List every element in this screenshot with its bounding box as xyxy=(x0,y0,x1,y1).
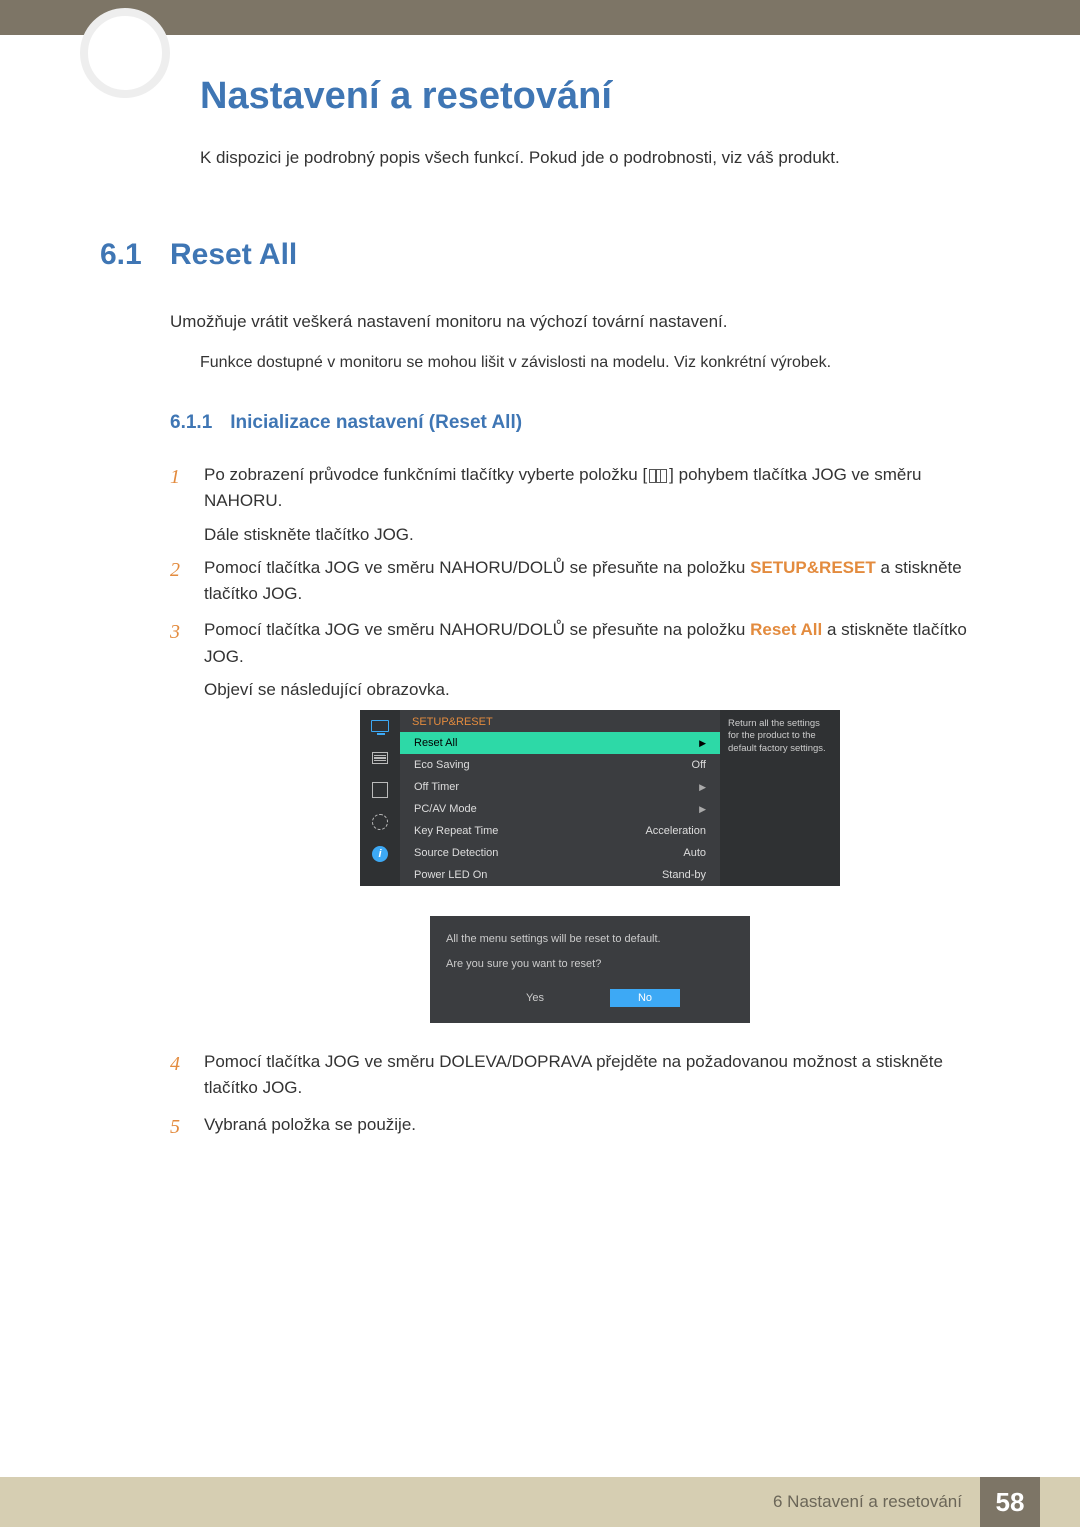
step-1: 1 Po zobrazení průvodce funkčními tlačít… xyxy=(170,462,980,515)
list-icon xyxy=(367,748,393,768)
footer-pad xyxy=(1040,1477,1080,1527)
page-footer: 6 Nastavení a resetování 58 xyxy=(0,1477,1080,1527)
osd-row[interactable]: Power LED On Stand-by xyxy=(400,864,720,886)
osd-row[interactable]: Key Repeat Time Acceleration xyxy=(400,820,720,842)
chevron-right-icon: ▶ xyxy=(699,804,706,815)
step-body: Vybraná položka se použije. xyxy=(204,1112,980,1143)
info-icon: i xyxy=(367,844,393,864)
step-body: Pomocí tlačítka JOG ve směru DOLEVA/DOPR… xyxy=(204,1049,980,1102)
osd-rows: Reset All▶Eco SavingOffOff Timer▶PC/AV M… xyxy=(400,732,720,886)
osd-row-label: Off Timer xyxy=(414,781,459,793)
osd-sidebar: i xyxy=(360,710,400,886)
osd-row-value: Stand-by xyxy=(662,869,706,881)
section-header: 6.1 Reset All xyxy=(100,238,980,272)
chevron-right-icon: ▶ xyxy=(699,738,706,749)
osd-row[interactable]: PC/AV Mode ▶ xyxy=(400,798,720,820)
osd-row-label: Eco Saving xyxy=(414,759,470,771)
osd-menu: i SETUP&RESET Reset All ▶ Eco Saving Off Off… xyxy=(360,710,840,886)
monitor-icon xyxy=(367,716,393,736)
chapter-intro: K dispozici je podrobný popis všech funk… xyxy=(200,148,980,168)
step-number: 5 xyxy=(170,1112,186,1143)
osd-row-label: Reset All xyxy=(414,737,457,749)
osd-main: SETUP&RESET Reset All ▶ Eco Saving Off Off T… xyxy=(400,710,720,886)
footer-label: 6 Nastavení a resetování xyxy=(755,1477,980,1527)
section-title: Reset All xyxy=(170,238,297,272)
dialog-buttons: Yes No xyxy=(446,983,734,1007)
yes-button[interactable]: Yes xyxy=(500,989,570,1007)
osd-row-label: Key Repeat Time xyxy=(414,825,498,837)
dialog-line: Are you sure you want to reset? xyxy=(446,957,734,972)
section-number: 6.1 xyxy=(100,238,170,272)
osd-row[interactable]: Off Timer ▶ xyxy=(400,776,720,798)
no-button[interactable]: No xyxy=(610,989,680,1007)
osd-screenshot: i SETUP&RESET Reset All ▶ Eco Saving Off Off… xyxy=(360,710,980,886)
footer-page-number: 58 xyxy=(980,1477,1040,1527)
osd-row-value: Acceleration xyxy=(645,825,706,837)
osd-dialog: All the menu settings will be reset to d… xyxy=(430,916,750,1023)
section-note: Funkce dostupné v monitoru se mohou liši… xyxy=(200,354,980,372)
step-text: Po zobrazení průvodce funkčními tlačítky… xyxy=(204,465,647,484)
dialog-line: All the menu settings will be reset to d… xyxy=(446,932,734,947)
step-number: 1 xyxy=(170,462,186,515)
osd-header: SETUP&RESET xyxy=(400,710,720,732)
osd-tooltip: Return all the settings for the product … xyxy=(720,710,840,886)
osd-row-value: Auto xyxy=(683,847,706,859)
osd-row-label: Source Detection xyxy=(414,847,498,859)
step-4: 4 Pomocí tlačítka JOG ve směru DOLEVA/DO… xyxy=(170,1049,980,1102)
step-5: 5 Vybraná položka se použije. xyxy=(170,1112,980,1143)
osd-row[interactable]: Reset All ▶ xyxy=(400,732,720,754)
step-2: 2 Pomocí tlačítka JOG ve směru NAHORU/DO… xyxy=(170,555,980,608)
step-text: Pomocí tlačítka JOG ve směru NAHORU/DOLŮ… xyxy=(204,620,750,639)
chapter-title: Nastavení a resetování xyxy=(200,75,980,118)
osd-row-value: Off xyxy=(692,759,706,771)
osd-row-label: PC/AV Mode xyxy=(414,803,477,815)
step-keyword: SETUP&RESET xyxy=(750,558,876,577)
osd-row[interactable]: Eco Saving Off xyxy=(400,754,720,776)
chevron-right-icon: ▶ xyxy=(699,782,706,793)
step-sub: Dále stiskněte tlačítko JOG. xyxy=(204,525,980,545)
subsection-title: Inicializace nastavení (Reset All) xyxy=(230,412,522,434)
menu-icon xyxy=(649,469,667,483)
step-keyword: Reset All xyxy=(750,620,822,639)
step-3: 3 Pomocí tlačítka JOG ve směru NAHORU/DO… xyxy=(170,617,980,670)
subsection-header: 6.1.1 Inicializace nastavení (Reset All) xyxy=(170,412,980,434)
step-body: Po zobrazení průvodce funkčními tlačítky… xyxy=(204,462,980,515)
osd-row-label: Power LED On xyxy=(414,869,487,881)
step-body: Pomocí tlačítka JOG ve směru NAHORU/DOLŮ… xyxy=(204,555,980,608)
section-desc: Umožňuje vrátit veškerá nastavení monito… xyxy=(170,312,980,332)
subsection-number: 6.1.1 xyxy=(170,412,212,434)
page-content: Nastavení a resetování K dispozici je po… xyxy=(0,35,1080,1143)
step-body: Pomocí tlačítka JOG ve směru NAHORU/DOLŮ… xyxy=(204,617,980,670)
step-number: 3 xyxy=(170,617,186,670)
step-text: Pomocí tlačítka JOG ve směru NAHORU/DOLŮ… xyxy=(204,558,750,577)
step-sub: Objeví se následující obrazovka. xyxy=(204,680,980,700)
step-number: 2 xyxy=(170,555,186,608)
expand-icon xyxy=(367,780,393,800)
step-number: 4 xyxy=(170,1049,186,1102)
osd-row[interactable]: Source Detection Auto xyxy=(400,842,720,864)
gear-icon xyxy=(367,812,393,832)
